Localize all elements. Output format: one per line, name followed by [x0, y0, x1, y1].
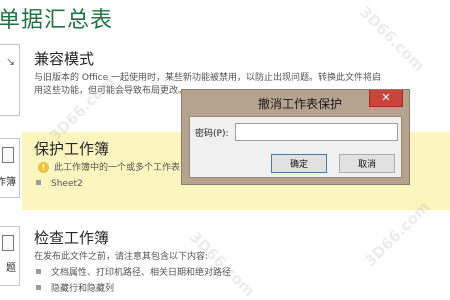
arrow-icon: ↘ — [5, 55, 15, 68]
bullet-icon — [36, 285, 41, 290]
inspect-tile-label: 题 — [6, 263, 16, 274]
dialog-body: 密码(P): 确定 取消 — [189, 116, 402, 178]
watermark: 3D66.com — [185, 227, 259, 300]
protect-workbook-tile[interactable]: 作簿 — [0, 138, 20, 198]
lock-workbook-icon — [2, 147, 14, 163]
warning-info-icon: ! — [38, 162, 49, 173]
dialog-titlebar[interactable]: 撤消工作表保护 ✕ — [182, 90, 409, 116]
ok-button[interactable]: 确定 — [271, 154, 327, 173]
protect-description: 此工作簿中的一个或多个工作表 — [54, 163, 181, 173]
watermark: 3D66.com — [355, 2, 429, 76]
dialog-title: 撤消工作表保护 — [258, 97, 343, 111]
bullet-icon — [36, 180, 41, 185]
compat-description-line1: 与旧版本的 Office 一起使用时，某些新功能被禁用，以防止出现问题。转换此文… — [34, 73, 381, 83]
bullet-icon — [36, 269, 41, 274]
list-item: Sheet2 — [36, 179, 83, 189]
close-icon: ✕ — [381, 91, 391, 104]
close-button[interactable]: ✕ — [369, 90, 403, 107]
protect-tile-label: 作簿 — [0, 177, 16, 188]
inspect-heading: 检查工作簿 — [34, 229, 110, 247]
list-item: 文档属性、打印机路径、相关日期和绝对路径 — [36, 265, 231, 278]
inspect-description: 在发布此文件之前，请注意其包含以下内容: — [34, 252, 209, 262]
compat-heading: 兼容模式 — [34, 50, 95, 68]
password-label: 密码(P): — [195, 129, 229, 139]
cancel-button[interactable]: 取消 — [339, 154, 395, 173]
compat-description-line2: 用这些功能，但可能会导致布局更改。 — [34, 86, 188, 96]
document-check-icon — [2, 235, 14, 251]
protect-sheet-item: Sheet2 — [51, 179, 83, 189]
inspect-workbook-tile[interactable]: 题 — [0, 226, 20, 286]
inspect-item-properties: 文档属性、打印机路径、相关日期和绝对路径 — [51, 268, 232, 278]
page-title: 单据汇总表 — [0, 8, 114, 33]
password-field[interactable] — [235, 123, 398, 141]
list-item: 隐藏行和隐藏列 — [36, 281, 114, 294]
inspect-item-hidden: 隐藏行和隐藏列 — [51, 284, 115, 294]
unprotect-sheet-dialog: 撤消工作表保护 ✕ 密码(P): 确定 取消 — [181, 89, 410, 185]
protect-description-row: ! 此工作簿中的一个或多个工作表 — [38, 160, 180, 173]
compat-mode-tile[interactable]: ↘ — [0, 44, 20, 116]
protect-heading: 保护工作簿 — [34, 140, 110, 158]
